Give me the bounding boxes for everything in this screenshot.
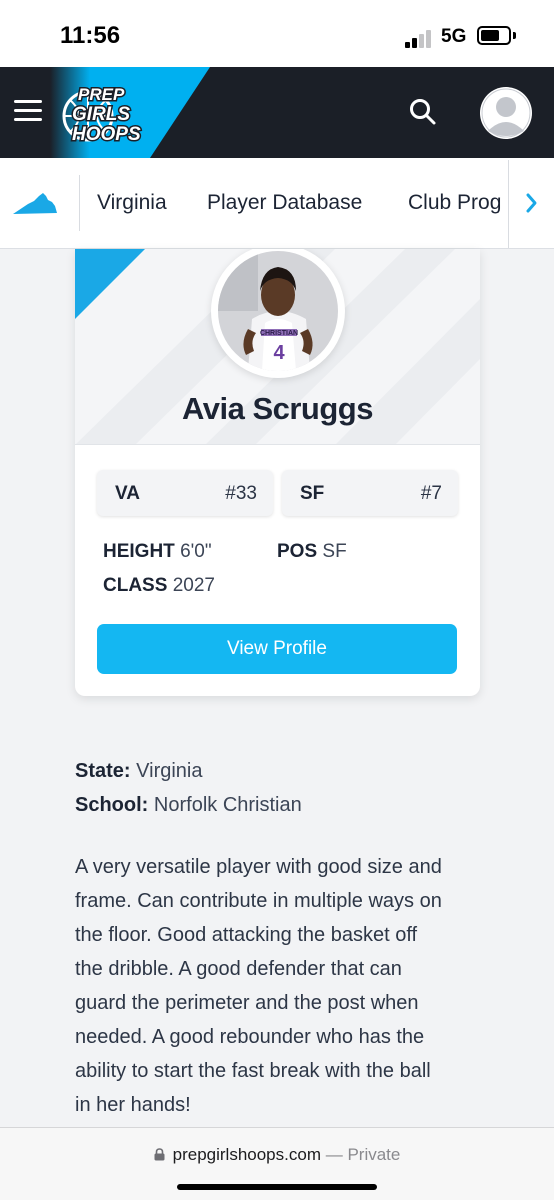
battery-icon — [477, 26, 511, 45]
school-label: School: — [75, 794, 149, 816]
view-profile-button[interactable]: View Profile — [97, 624, 457, 674]
network-type: 5G — [441, 26, 467, 47]
lock-icon — [154, 1148, 165, 1161]
state-rank-value: #33 — [225, 483, 257, 504]
hamburger-menu-button[interactable] — [14, 98, 42, 124]
chevron-right-icon — [526, 193, 537, 213]
nav-item-virginia[interactable]: Virginia — [97, 191, 167, 215]
logo-line-girls: GIRLS — [72, 104, 130, 125]
school-value: Norfolk Christian — [153, 794, 302, 816]
position-rank-value: #7 — [420, 483, 442, 504]
school-info: School: Norfolk Christian — [75, 794, 302, 817]
height-stat: HEIGHT 6'0" — [103, 541, 212, 563]
position-rank-chip: SF #7 — [282, 470, 458, 516]
prep-girls-hoops-logo[interactable]: PREP GIRLS HOOPS — [58, 78, 152, 148]
state-value: Virginia — [136, 760, 203, 782]
pos-label: POS — [277, 541, 318, 562]
logo-line-prep: PREP — [78, 85, 125, 104]
bio-line: the dribble. A good defender that can — [75, 958, 402, 980]
bio-line: needed. A good rebounder who has the — [75, 1026, 425, 1048]
sub-nav-scroller: Virginia Player Database Club Prog — [80, 158, 508, 248]
player-profile-card: CHRISTIAN 4 Avia Scruggs VA #33 SF #7 HE… — [75, 249, 480, 696]
bio-line: in her hands! — [75, 1094, 191, 1116]
state-label: State: — [75, 760, 131, 782]
height-label: HEIGHT — [103, 541, 175, 562]
url-text: prepgirlshoops.com — [172, 1145, 321, 1164]
bio-line: frame. Can contribute in multiple ways o… — [75, 890, 442, 912]
height-value: 6'0" — [180, 541, 212, 562]
home-indicator — [177, 1184, 377, 1190]
search-icon[interactable] — [408, 97, 438, 127]
status-bar: 11:56 5G — [0, 0, 554, 67]
screen: 11:56 5G PREP GIRLS HOOPS Virginia Playe… — [0, 0, 554, 1200]
site-header: PREP GIRLS HOOPS — [0, 67, 554, 158]
nav-next-button[interactable] — [508, 160, 554, 248]
state-rank-label: VA — [115, 483, 140, 504]
position-stat: POS SF — [277, 541, 347, 563]
position-rank-label: SF — [300, 483, 325, 504]
bio-line: A very versatile player with good size a… — [75, 856, 442, 878]
player-photo-frame: CHRISTIAN 4 — [211, 249, 345, 378]
virginia-state-icon[interactable] — [12, 192, 58, 216]
status-time: 11:56 — [60, 22, 121, 49]
nav-item-player-database[interactable]: Player Database — [207, 191, 362, 215]
bio-line: guard the perimeter and the post when — [75, 992, 419, 1014]
state-info: State: Virginia — [75, 760, 202, 783]
jersey-number: 4 — [273, 342, 285, 364]
nav-item-club-programs[interactable]: Club Prog — [408, 191, 501, 215]
player-bio: A very versatile player with good size a… — [75, 850, 495, 1122]
private-mode-label: — Private — [325, 1145, 401, 1164]
class-value: 2027 — [172, 575, 215, 596]
pos-value: SF — [322, 541, 347, 562]
jersey-text: CHRISTIAN — [260, 330, 298, 337]
class-label: CLASS — [103, 575, 168, 596]
state-rank-chip: VA #33 — [97, 470, 273, 516]
player-photo: CHRISTIAN 4 — [218, 251, 338, 371]
player-name: Avia Scruggs — [182, 391, 373, 426]
class-stat: CLASS 2027 — [103, 575, 215, 597]
url-display[interactable]: prepgirlshoops.com — Private — [0, 1145, 554, 1165]
user-avatar-icon[interactable] — [480, 87, 532, 139]
bio-line: ability to start the fast break with the… — [75, 1060, 431, 1082]
bio-line: the floor. Good attacking the basket off — [75, 924, 418, 946]
logo-line-hoops: HOOPS — [72, 124, 141, 145]
cellular-signal-icon — [405, 28, 435, 48]
